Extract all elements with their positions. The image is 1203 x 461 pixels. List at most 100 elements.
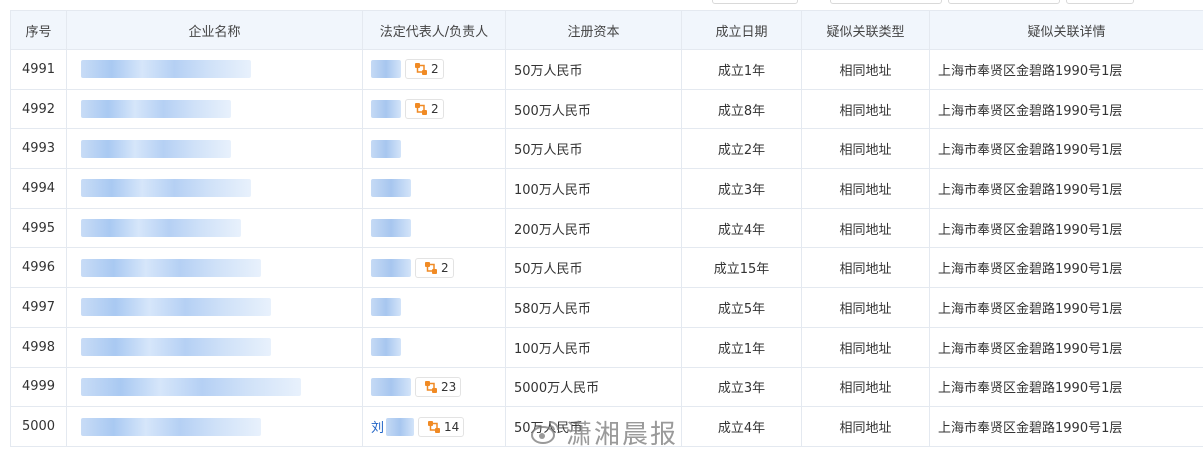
company-name-cell bbox=[66, 287, 363, 328]
company-name-redacted[interactable] bbox=[81, 377, 301, 396]
row-index: 4997 bbox=[10, 287, 67, 328]
relation-type-cell: 相同地址 bbox=[801, 287, 930, 328]
legal-rep-redacted[interactable] bbox=[371, 258, 411, 277]
relation-graph-icon bbox=[415, 63, 427, 76]
capital-cell: 200万人民币 bbox=[505, 207, 682, 249]
relation-detail-cell: 上海市奉贤区金碧路1990号1层 bbox=[929, 88, 1203, 130]
relation-count-badge[interactable]: 2 bbox=[405, 99, 444, 120]
table-row[interactable]: 4997 580万人民币 成立5年 相同地址 上海市奉贤区金碧路1990号1层 bbox=[10, 287, 1203, 328]
capital-cell: 5000万人民币 bbox=[505, 366, 682, 408]
founded-cell: 成立15年 bbox=[681, 247, 802, 289]
legal-rep-cell: 刘 14 bbox=[362, 406, 506, 447]
header-index: 序号 bbox=[10, 10, 67, 50]
company-name-redacted[interactable] bbox=[81, 179, 251, 198]
header-legal-rep: 法定代表人/负责人 bbox=[362, 10, 506, 50]
capital-cell: 50万人民币 bbox=[505, 406, 682, 447]
toolbar-button[interactable] bbox=[712, 0, 798, 4]
relation-graph-icon bbox=[425, 261, 437, 274]
legal-rep-name[interactable]: 刘 bbox=[371, 421, 384, 436]
legal-rep-redacted[interactable] bbox=[371, 179, 411, 198]
row-index: 4999 bbox=[10, 366, 67, 408]
table-header-row: 序号 企业名称 法定代表人/负责人 注册资本 成立日期 疑似关联类型 疑似关联详… bbox=[10, 10, 1203, 50]
relation-type-cell: 相同地址 bbox=[801, 406, 930, 447]
company-name-redacted[interactable] bbox=[81, 100, 231, 119]
legal-rep-redacted[interactable] bbox=[371, 338, 401, 357]
row-index: 4992 bbox=[10, 88, 67, 130]
row-index: 4996 bbox=[10, 247, 67, 289]
capital-cell: 100万人民币 bbox=[505, 168, 682, 209]
table-row[interactable]: 4996 2 50万人民币 成立15年 相同地址 上海市奉贤区金碧路1990号1层 bbox=[10, 247, 1203, 289]
company-name-redacted[interactable] bbox=[81, 417, 261, 436]
relation-type-cell: 相同地址 bbox=[801, 49, 930, 90]
legal-rep-redacted[interactable] bbox=[371, 60, 401, 79]
row-index: 4998 bbox=[10, 326, 67, 368]
founded-cell: 成立3年 bbox=[681, 366, 802, 408]
legal-rep-redacted[interactable] bbox=[371, 139, 401, 158]
legal-rep-redacted[interactable] bbox=[371, 377, 411, 396]
company-name-redacted[interactable] bbox=[81, 298, 271, 317]
relation-type-cell: 相同地址 bbox=[801, 207, 930, 249]
relation-count: 14 bbox=[444, 419, 460, 434]
relation-detail-cell: 上海市奉贤区金碧路1990号1层 bbox=[929, 128, 1203, 170]
company-name-cell bbox=[66, 128, 363, 170]
relation-count-badge[interactable]: 2 bbox=[405, 59, 444, 80]
relation-detail-cell: 上海市奉贤区金碧路1990号1层 bbox=[929, 326, 1203, 368]
company-name-cell bbox=[66, 168, 363, 209]
toolbar-button[interactable] bbox=[830, 0, 942, 4]
company-name-redacted[interactable] bbox=[81, 219, 241, 238]
capital-cell: 580万人民币 bbox=[505, 287, 682, 328]
legal-rep-cell: 23 bbox=[362, 366, 506, 408]
relation-count: 2 bbox=[441, 260, 449, 275]
company-name-redacted[interactable] bbox=[81, 258, 261, 277]
header-company-name: 企业名称 bbox=[66, 10, 363, 50]
relation-count-badge[interactable]: 2 bbox=[415, 257, 454, 278]
table-row[interactable]: 4999 23 5000万人民币 成立3年 相同地址 上海市奉贤区金碧路1990号1层 bbox=[10, 366, 1203, 408]
table-row[interactable]: 4994 100万人民币 成立3年 相同地址 上海市奉贤区金碧路1990号1层 bbox=[10, 168, 1203, 209]
toolbar-button[interactable] bbox=[948, 0, 1060, 4]
relation-graph-icon bbox=[425, 380, 437, 393]
relation-detail-cell: 上海市奉贤区金碧路1990号1层 bbox=[929, 49, 1203, 90]
table-row[interactable]: 4992 2 500万人民币 成立8年 相同地址 上海市奉贤区金碧路1990号1层 bbox=[10, 88, 1203, 130]
company-name-cell bbox=[66, 366, 363, 408]
company-name-redacted[interactable] bbox=[81, 139, 231, 158]
relation-type-cell: 相同地址 bbox=[801, 366, 930, 408]
top-toolbar bbox=[0, 0, 1203, 8]
capital-cell: 50万人民币 bbox=[505, 49, 682, 90]
table-row[interactable]: 4998 100万人民币 成立1年 相同地址 上海市奉贤区金碧路1990号1层 bbox=[10, 326, 1203, 368]
legal-rep-cell: 2 bbox=[362, 247, 506, 289]
table-row[interactable]: 4991 2 50万人民币 成立1年 相同地址 上海市奉贤区金碧路1990号1层 bbox=[10, 49, 1203, 90]
legal-rep-redacted[interactable] bbox=[386, 417, 415, 436]
legal-rep-redacted[interactable] bbox=[371, 219, 411, 238]
relation-count-badge[interactable]: 14 bbox=[418, 416, 465, 437]
relation-detail-cell: 上海市奉贤区金碧路1990号1层 bbox=[929, 168, 1203, 209]
company-name-redacted[interactable] bbox=[81, 60, 251, 79]
founded-cell: 成立2年 bbox=[681, 128, 802, 170]
relation-count: 23 bbox=[441, 379, 457, 394]
relation-type-cell: 相同地址 bbox=[801, 168, 930, 209]
company-name-cell bbox=[66, 207, 363, 249]
company-name-redacted[interactable] bbox=[81, 338, 271, 357]
relation-count-badge[interactable]: 23 bbox=[415, 376, 462, 397]
legal-rep-cell bbox=[362, 326, 506, 368]
table-row[interactable]: 4993 50万人民币 成立2年 相同地址 上海市奉贤区金碧路1990号1层 bbox=[10, 128, 1203, 170]
table-row[interactable]: 5000 刘 14 50万人民币 成立4年 相同地址 上海市奉贤区金碧路1990号1层 bbox=[10, 406, 1203, 447]
relation-graph-icon bbox=[415, 103, 427, 116]
legal-rep-cell bbox=[362, 168, 506, 209]
row-index: 5000 bbox=[10, 406, 67, 447]
legal-rep-redacted[interactable] bbox=[371, 100, 401, 119]
row-index: 4991 bbox=[10, 49, 67, 90]
header-founded: 成立日期 bbox=[681, 10, 802, 50]
toolbar-button[interactable] bbox=[1066, 0, 1134, 4]
table-row[interactable]: 4995 200万人民币 成立4年 相同地址 上海市奉贤区金碧路1990号1层 bbox=[10, 207, 1203, 249]
header-capital: 注册资本 bbox=[505, 10, 682, 50]
legal-rep-redacted[interactable] bbox=[371, 298, 401, 317]
header-relation-detail: 疑似关联详情 bbox=[929, 10, 1203, 50]
founded-cell: 成立4年 bbox=[681, 406, 802, 447]
founded-cell: 成立5年 bbox=[681, 287, 802, 328]
related-companies-table: 序号 企业名称 法定代表人/负责人 注册资本 成立日期 疑似关联类型 疑似关联详… bbox=[10, 10, 1203, 447]
row-index: 4995 bbox=[10, 207, 67, 249]
relation-count: 2 bbox=[431, 62, 439, 77]
company-name-cell bbox=[66, 326, 363, 368]
relation-detail-cell: 上海市奉贤区金碧路1990号1层 bbox=[929, 287, 1203, 328]
relation-count: 2 bbox=[431, 102, 439, 117]
